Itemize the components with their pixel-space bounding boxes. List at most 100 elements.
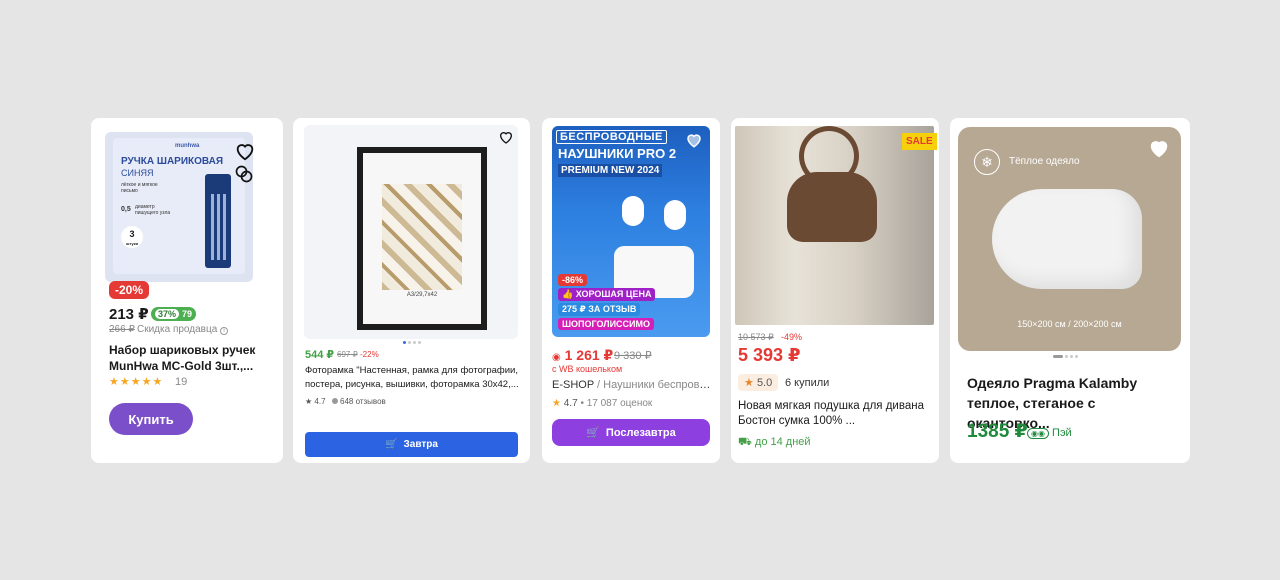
blanket-illustration (992, 189, 1142, 289)
wallet-icon: ◉ (552, 352, 561, 363)
price: 544 ₽ (305, 349, 335, 361)
discount: -49% (781, 332, 803, 342)
image-feature-1: лёгкое и мягкое письмо (121, 182, 158, 194)
rating-badge: ★ 5.0 (738, 374, 779, 391)
product-card-pens[interactable]: munhwa РУЧКА ШАРИКОВАЯ СИНЯЯ лёгкое и мя… (91, 118, 283, 463)
sale-tag: SALE (902, 133, 937, 150)
wallet-note: с WB кошельком (552, 364, 623, 374)
price-value: 1 261 ₽ (564, 347, 614, 363)
image-brand: munhwa (175, 143, 200, 149)
brand-name[interactable]: E-SHOP (552, 379, 594, 391)
category[interactable]: / Наушники беспрово... (597, 379, 712, 391)
chat-icon (332, 398, 338, 404)
buy-button[interactable]: Купить (109, 403, 193, 435)
badge-good-price: 👍 ХОРОШАЯ ЦЕНА (558, 288, 656, 301)
product-title[interactable]: Набор шариковых ручек MunHwa MC-Gold 3шт… (109, 342, 269, 374)
product-title[interactable]: Фоторамка "Настенная, рамка для фотограф… (305, 364, 520, 392)
basket-icon: 🛒 (385, 439, 398, 450)
wallet-price: 79 (182, 309, 193, 319)
star-icon: ★ (552, 398, 561, 409)
product-image[interactable]: БЕСПРОВОДНЫЕ НАУШНИКИ PRO 2 PREMIUM NEW … (552, 126, 710, 337)
product-image[interactable]: ❄ Тёплое одеяло 150×200 см / 200×200 см (958, 127, 1181, 351)
sold-count: 6 купили (785, 377, 830, 389)
product-card-earbuds[interactable]: БЕСПРОВОДНЫЕ НАУШНИКИ PRO 2 PREMIUM NEW … (542, 118, 720, 463)
image-tag-2: НАУШНИКИ PRO 2 (558, 146, 677, 161)
wallet-percent: 37% (155, 309, 180, 319)
pay-icon: ◉◉ (1027, 428, 1049, 439)
old-price: 697 ₽ (337, 350, 358, 359)
thumbs-up-icon: 👍 (562, 289, 574, 299)
rating-line: ★ 4.7 • 17 087 оценок (552, 398, 652, 409)
reviews-count: • 17 087 оценок (580, 398, 653, 409)
delivery-button[interactable]: 🛒 Завтра (305, 432, 518, 457)
rating: ★ 4.7 (305, 397, 326, 406)
heart-icon[interactable] (498, 129, 514, 145)
cart-icon: 🛒 (586, 427, 600, 439)
good-price-text: ХОРОШАЯ ЦЕНА (575, 289, 652, 299)
brand-line[interactable]: E-SHOP / Наушники беспрово... (552, 379, 712, 391)
heart-icon[interactable] (685, 131, 703, 149)
product-card-bag[interactable]: SALE 10 573 ₽ -49% 5 393 ₽ ★ 5.0 6 купил… (731, 118, 939, 463)
heart-icon[interactable] (1148, 137, 1170, 159)
pen-box (205, 174, 231, 268)
image-count-label: штуки (125, 241, 139, 246)
seller-discount-text: Скидка продавца (137, 324, 218, 335)
product-image[interactable]: A3/29,7x42 (304, 125, 518, 339)
price: 5 393 ₽ (738, 345, 801, 365)
reviews-count: 648 отзывов (332, 397, 386, 406)
carousel-dots[interactable] (403, 341, 421, 344)
discount-badge: -20% (109, 281, 150, 299)
product-image[interactable] (735, 126, 934, 325)
wallet-price-pill: 37% 79 (151, 307, 197, 321)
badge-shopping: ШОПОГОЛИССИМО (558, 318, 655, 330)
image-count-badge: 3 штуки (121, 226, 143, 248)
carousel-dots[interactable] (1053, 355, 1078, 358)
star-icon: ★ (744, 377, 754, 389)
frame-artwork (382, 184, 462, 290)
price: ◉ 1 261 ₽ (552, 347, 613, 364)
price: 1385 ₽ (967, 421, 1028, 442)
old-price: 9 330 ₽ (614, 350, 652, 362)
compare-icon[interactable] (234, 164, 254, 184)
image-count: 3 (129, 229, 135, 239)
badge-review: 275 ₽ ЗА ОТЗЫВ (558, 303, 641, 316)
price: 213 ₽ (109, 306, 149, 323)
image-subtitle: СИНЯЯ (121, 168, 154, 178)
rating-stars: ★★★★★ (109, 376, 164, 388)
heart-icon[interactable] (234, 140, 256, 162)
seller-discount-label: Скидка продавца i (137, 324, 229, 335)
pay-text: Пэй (1052, 427, 1072, 439)
old-price: 10 573 ₽ (738, 332, 774, 342)
old-price: 266 ₽ (109, 324, 135, 335)
rating-value: 5.0 (756, 377, 773, 389)
image-tag-3: PREMIUM NEW 2024 (558, 164, 663, 177)
product-title[interactable]: Новая мягкая подушка для дивана Бостон с… (738, 399, 933, 429)
image-feature-2: диаметр пишущего узла (135, 204, 171, 216)
pen-package: munhwa РУЧКА ШАРИКОВАЯ СИНЯЯ лёгкое и мя… (113, 138, 245, 274)
image-title: РУЧКА ШАРИКОВАЯ (121, 156, 224, 167)
image-sizes: 150×200 см / 200×200 см (1017, 319, 1122, 329)
product-card-blanket[interactable]: ❄ Тёплое одеяло 150×200 см / 200×200 см … (950, 118, 1190, 463)
delivery-text: до 14 дней (754, 436, 811, 448)
delivery-label: Завтра (403, 439, 438, 450)
image-label: Тёплое одеяло (1009, 156, 1080, 167)
image-tag-1: БЕСПРОВОДНЫЕ (556, 130, 667, 144)
bag-strap (799, 126, 859, 186)
delivery-label: Послезавтра (605, 426, 676, 439)
reviews-text: 648 отзывов (340, 397, 386, 406)
info-icon[interactable]: i (220, 327, 229, 335)
pay-label: ◉◉ Пэй (1027, 427, 1072, 439)
frame-label: A3/29,7x42 (406, 292, 438, 298)
truck-icon: ⛟ (738, 436, 752, 448)
snowflake-icon: ❄ (974, 149, 1000, 175)
image-diameter: 0,5 (121, 206, 131, 213)
product-card-frame[interactable]: A3/29,7x42 544 ₽ 697 ₽ -22% Фоторамка "Н… (293, 118, 530, 463)
delivery-button[interactable]: 🛒 Послезавтра (552, 419, 710, 446)
frame-photo: A3/29,7x42 (357, 147, 487, 330)
delivery: ⛟ до 14 дней (738, 436, 811, 450)
discount: -22% (360, 350, 379, 359)
rating-value: 4.7 (563, 398, 578, 409)
badge-discount: -86% (558, 274, 588, 286)
reviews-count: 19 (175, 376, 188, 388)
product-image[interactable]: munhwa РУЧКА ШАРИКОВАЯ СИНЯЯ лёгкое и мя… (105, 132, 253, 282)
